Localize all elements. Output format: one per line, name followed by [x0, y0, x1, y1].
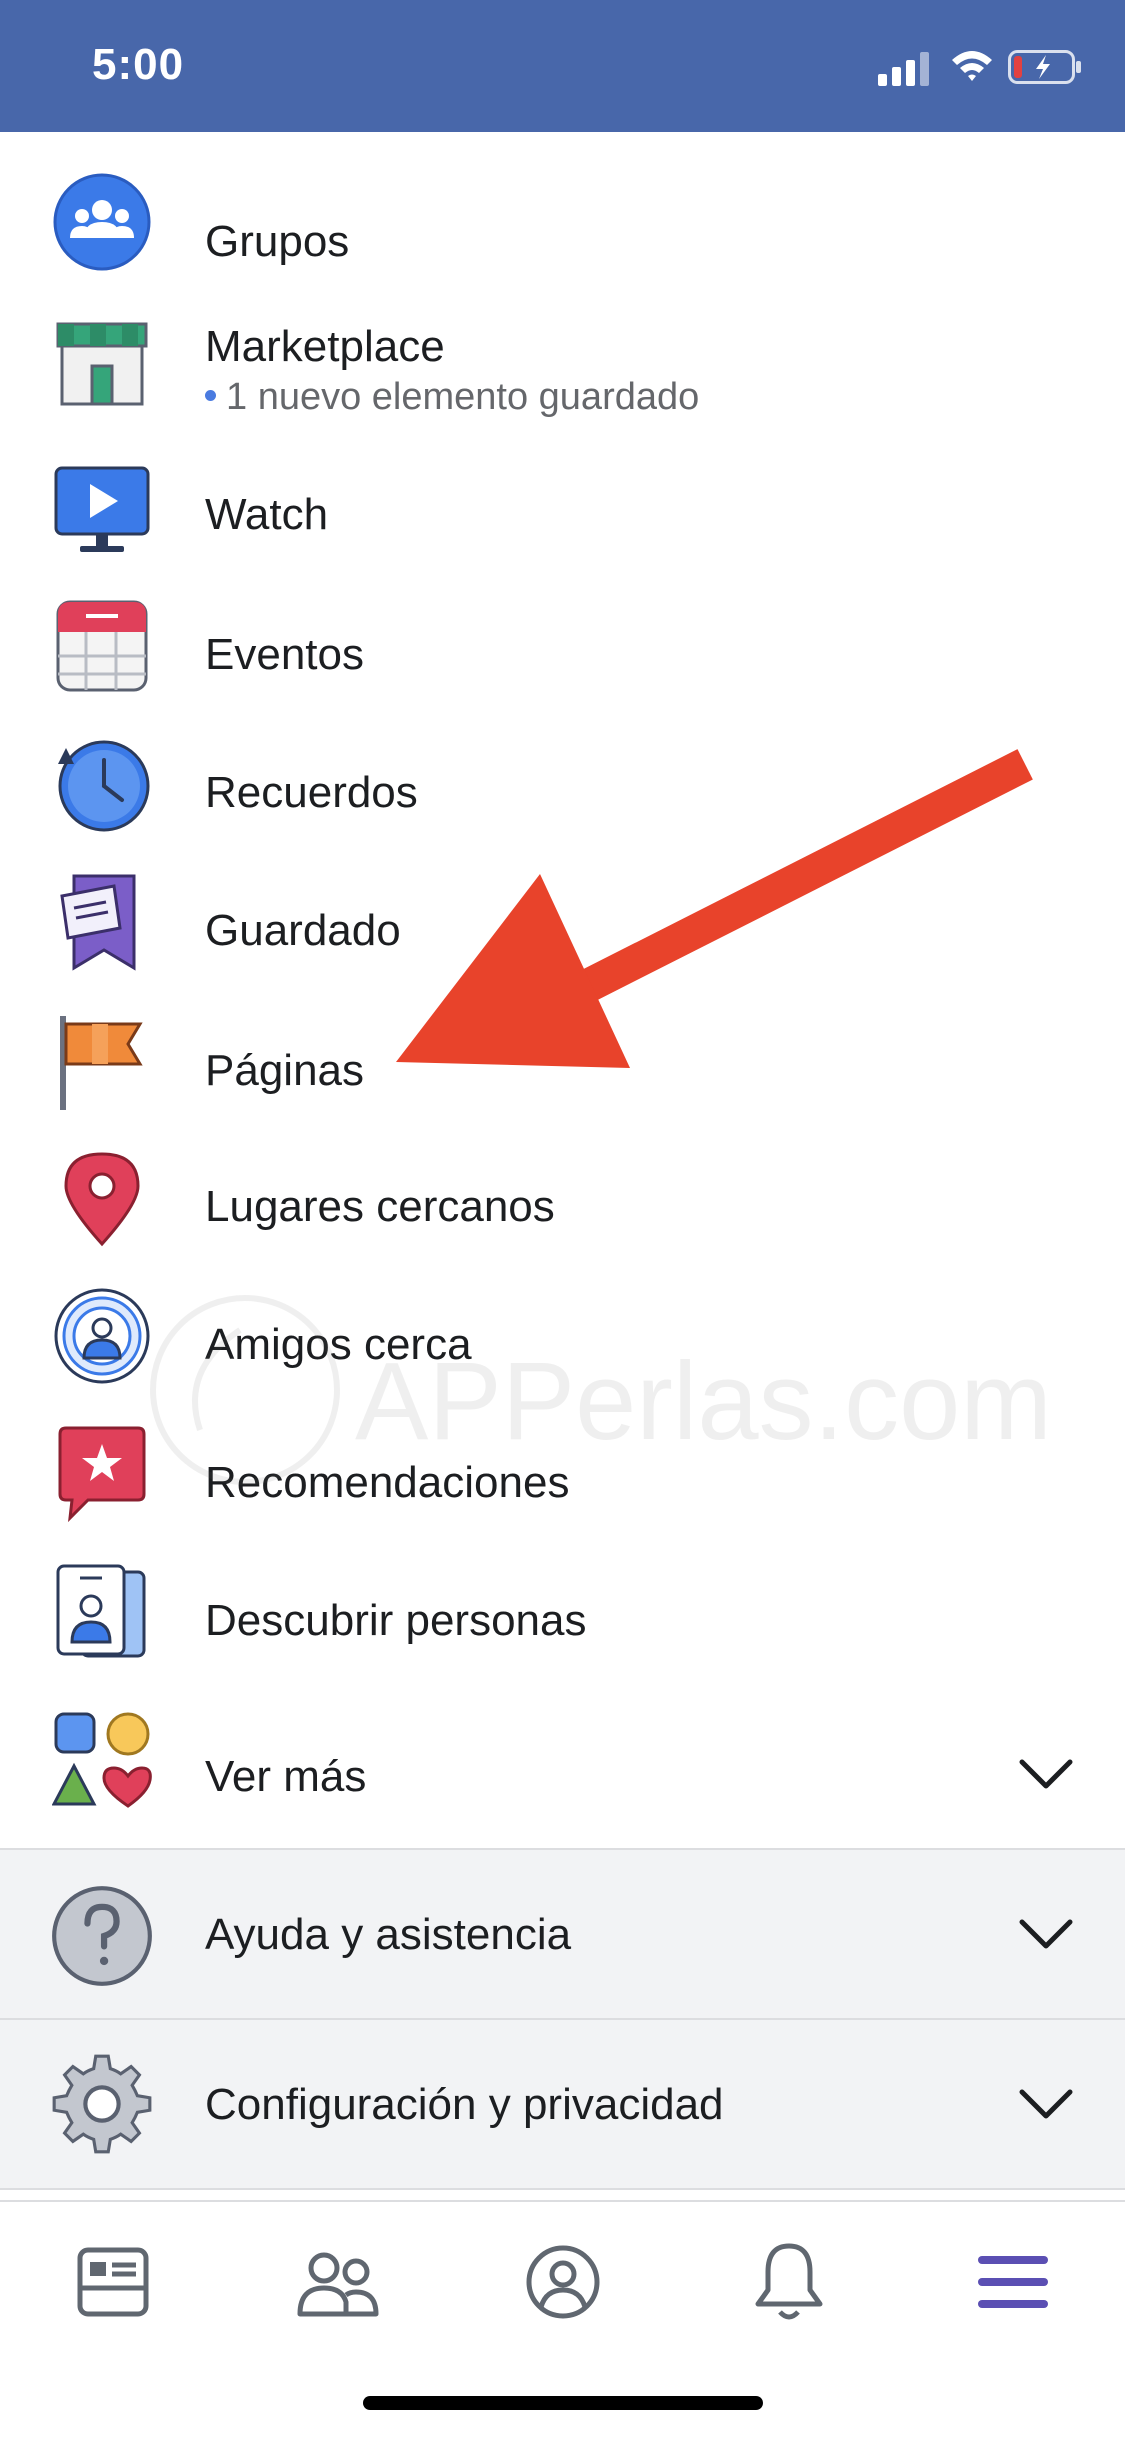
menu-item-label: Grupos — [205, 217, 350, 266]
unread-dot — [205, 390, 216, 402]
menu-item-paginas[interactable]: Páginas — [0, 1000, 1125, 1126]
menu-item-label: Watch — [205, 490, 329, 539]
help-icon — [52, 1886, 152, 1986]
watch-icon — [54, 466, 150, 552]
home-indicator[interactable] — [363, 2396, 763, 2410]
menu-item-label: Recuerdos — [205, 768, 418, 817]
menu-item-grupos[interactable]: Grupos — [0, 164, 1125, 288]
calendar-icon — [56, 600, 148, 692]
gear-icon — [52, 2054, 152, 2154]
section-ayuda[interactable]: Ayuda y asistencia — [0, 1848, 1125, 2018]
location-pin-icon — [64, 1152, 140, 1247]
marketplace-icon — [56, 322, 148, 406]
menu-item-label: Lugares cercanos — [205, 1182, 555, 1231]
watermark-text: APPerlas.com — [355, 1340, 1052, 1463]
status-bar: 5:00 — [0, 0, 1125, 132]
marketplace-subtitle: 1 nuevo elemento guardado — [205, 376, 699, 419]
menu-item-guardado[interactable]: Guardado — [0, 862, 1125, 988]
menu-item-label: Marketplace — [205, 322, 445, 371]
recommendations-star-icon — [58, 1426, 146, 1523]
chevron-down-icon[interactable] — [1018, 2086, 1074, 2122]
menu-item-label: Eventos — [205, 630, 364, 679]
menu-item-lugares-cercanos[interactable]: Lugares cercanos — [0, 1138, 1125, 1264]
profile-icon[interactable] — [508, 2232, 618, 2332]
discover-people-icon — [56, 1564, 146, 1658]
section-label: Configuración y privacidad — [205, 2080, 724, 2129]
news-feed-icon[interactable] — [58, 2232, 168, 2332]
menu-item-label: Guardado — [205, 906, 401, 955]
pages-flag-icon — [60, 1016, 143, 1110]
menu-hamburger-icon[interactable] — [958, 2232, 1068, 2332]
shapes-icon — [52, 1712, 152, 1808]
wifi-icon — [952, 51, 992, 81]
menu-item-eventos[interactable]: Eventos — [0, 586, 1125, 712]
groups-icon — [53, 173, 151, 271]
menu-item-label: Páginas — [205, 1046, 365, 1095]
cellular-signal-icon — [878, 52, 929, 86]
notifications-bell-icon[interactable] — [734, 2232, 844, 2332]
menu-item-watch[interactable]: Watch — [0, 448, 1125, 574]
status-time: 5:00 — [92, 40, 185, 89]
battery-icon — [1008, 50, 1081, 84]
watermark-logo-icon — [150, 1295, 340, 1485]
menu-item-recuerdos[interactable]: Recuerdos — [0, 724, 1125, 850]
menu-item-label: Descubrir personas — [205, 1596, 587, 1645]
friends-icon[interactable] — [282, 2232, 392, 2332]
menu-item-label: Ver más — [205, 1752, 367, 1801]
chevron-down-icon[interactable] — [1018, 1756, 1074, 1792]
watermark: APPerlas.com — [140, 1290, 1052, 1490]
saved-bookmark-icon — [60, 874, 136, 971]
nearby-friends-icon — [54, 1288, 150, 1384]
menu-item-descubrir-personas[interactable]: Descubrir personas — [0, 1552, 1125, 1678]
section-configuracion[interactable]: Configuración y privacidad — [0, 2018, 1125, 2188]
menu-item-ver-mas[interactable]: Ver más — [0, 1698, 1125, 1846]
section-label: Ayuda y asistencia — [205, 1910, 572, 1959]
section-divider — [0, 2188, 1125, 2190]
menu-item-marketplace[interactable]: Marketplace 1 nuevo elemento guardado — [0, 302, 1125, 432]
chevron-down-icon[interactable] — [1018, 1916, 1074, 1952]
memories-clock-icon — [58, 740, 150, 832]
